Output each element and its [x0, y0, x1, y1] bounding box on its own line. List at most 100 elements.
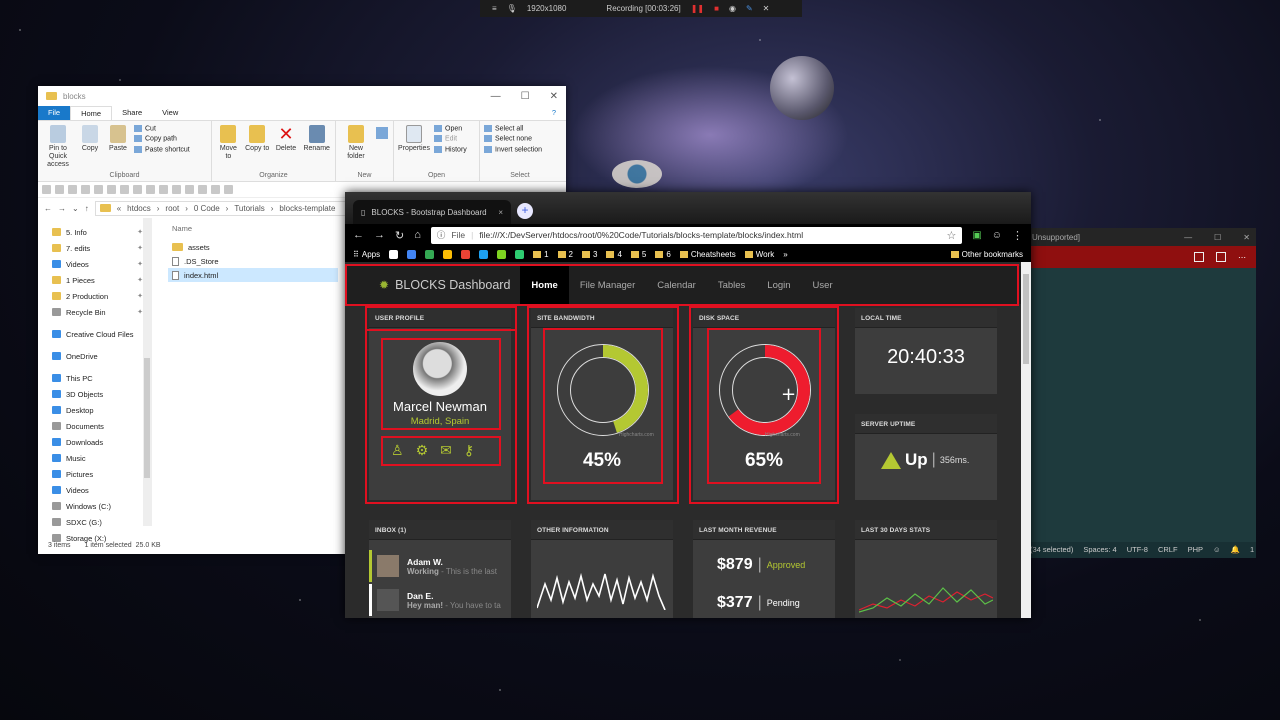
breadcrumb-blocks-template[interactable]: blocks-template	[279, 204, 335, 213]
close-icon[interactable]: ✕	[1243, 233, 1250, 242]
quick-tool-icon[interactable]	[159, 185, 168, 194]
menu-icon[interactable]: ≡	[492, 4, 497, 13]
bookmark-folder[interactable]: 1	[533, 250, 548, 259]
nav-file-manager[interactable]: File Manager	[569, 266, 646, 304]
tab-view[interactable]: View	[152, 106, 188, 120]
maximize-icon[interactable]: ☐	[521, 91, 530, 102]
quick-tool-icon[interactable]	[133, 185, 142, 194]
more-bookmarks-button[interactable]: »	[783, 250, 787, 259]
bookmark-icon[interactable]	[479, 249, 489, 259]
page-scrollbar[interactable]	[1021, 262, 1031, 618]
quick-tool-icon[interactable]	[185, 185, 194, 194]
bookmark-icon[interactable]	[497, 249, 507, 259]
mic-icon[interactable]: 🎙	[507, 4, 517, 13]
nav-item[interactable]: 1 Pieces ✦	[52, 272, 151, 288]
highcharts-credit[interactable]: Highcharts.com	[619, 432, 654, 438]
bookmark-folder[interactable]: 2	[558, 250, 573, 259]
paste-shortcut-button[interactable]: Paste shortcut	[134, 146, 190, 153]
browser-tab[interactable]: ▯ BLOCKS - Bootstrap Dashboard ×	[353, 200, 511, 224]
nav-tables[interactable]: Tables	[707, 266, 756, 304]
info-icon[interactable]: ⓘ	[437, 229, 446, 241]
nav-item[interactable]: Documents	[52, 418, 151, 434]
nav-calendar[interactable]: Calendar	[646, 266, 707, 304]
nav-item[interactable]: 7. edits ✦	[52, 240, 151, 256]
quick-tool-icon[interactable]	[107, 185, 116, 194]
pause-icon[interactable]: ❚❚	[691, 4, 704, 13]
quick-tool-icon[interactable]	[172, 185, 181, 194]
up-icon[interactable]: ↑	[85, 204, 89, 213]
bookmark-folder[interactable]: 6	[655, 250, 670, 259]
breadcrumb-code[interactable]: 0 Code	[194, 204, 220, 213]
nav-item[interactable]: Recycle Bin ✦	[52, 304, 151, 320]
pin-quick-access-button[interactable]: Pin to Quick access	[42, 125, 74, 172]
cut-button[interactable]: Cut	[134, 125, 190, 132]
nav-item[interactable]: Creative Cloud Files	[52, 326, 151, 342]
bookmark-apps[interactable]: Apps	[353, 250, 380, 259]
delete-button[interactable]: ✕ Delete	[274, 125, 299, 172]
nav-item[interactable]: Videos ✦	[52, 256, 151, 272]
minimize-icon[interactable]: —	[1184, 233, 1192, 242]
reload-icon[interactable]: ↻	[395, 229, 404, 242]
highcharts-credit[interactable]: Highcharts.com	[765, 432, 800, 438]
nav-item[interactable]: Desktop	[52, 402, 151, 418]
tab-share[interactable]: Share	[112, 106, 152, 120]
tab-close-icon[interactable]: ×	[498, 208, 503, 217]
profile-avatar-icon[interactable]: ☺	[992, 230, 1002, 241]
quick-tool-icon[interactable]	[120, 185, 129, 194]
close-icon[interactable]: ✕	[763, 4, 770, 13]
quick-tool-icon[interactable]	[211, 185, 220, 194]
forward-icon[interactable]: →	[374, 229, 385, 241]
history-button[interactable]: History	[434, 146, 467, 153]
close-icon[interactable]: ✕	[550, 91, 558, 102]
open-button[interactable]: Open	[434, 125, 467, 132]
nav-item[interactable]: SDXC (G:)	[52, 514, 151, 530]
gear-icon[interactable]: ⚙	[416, 442, 429, 459]
nav-item[interactable]: Videos	[52, 482, 151, 498]
new-tab-button[interactable]: +	[517, 203, 533, 219]
new-item-icon[interactable]	[376, 127, 388, 139]
copy-path-button[interactable]: Copy path	[134, 135, 190, 143]
back-icon[interactable]: ←	[353, 229, 364, 241]
more-icon[interactable]: ⋯	[1238, 253, 1246, 262]
forward-icon[interactable]: →	[58, 204, 66, 213]
nav-item[interactable]: 2 Production ✦	[52, 288, 151, 304]
nav-login[interactable]: Login	[756, 266, 801, 304]
tab-file[interactable]: File	[38, 106, 71, 120]
menu-dots-icon[interactable]: ⋮	[1012, 229, 1023, 242]
home-icon[interactable]: ⌂	[414, 229, 421, 241]
list-item[interactable]: Adam W. Working - This is the last	[369, 550, 511, 582]
list-item[interactable]: Dan E. Hey man! - You have to ta	[369, 584, 511, 616]
copy-to-button[interactable]: Copy to	[245, 125, 270, 172]
back-icon[interactable]: ←	[44, 204, 52, 213]
nav-item[interactable]: Pictures	[52, 466, 151, 482]
split-icon[interactable]	[1194, 252, 1204, 262]
smiley-icon[interactable]: ☺	[1213, 545, 1221, 555]
quick-tool-icon[interactable]	[146, 185, 155, 194]
quick-tool-icon[interactable]	[42, 185, 51, 194]
layout-icon[interactable]	[1216, 252, 1226, 262]
move-to-button[interactable]: Move to	[216, 125, 241, 172]
brand-logo[interactable]: ✹ BLOCKS Dashboard	[345, 266, 520, 304]
breadcrumb-root[interactable]: root	[165, 204, 179, 213]
nav-user[interactable]: User	[802, 266, 844, 304]
key-icon[interactable]: ⚷	[464, 442, 474, 459]
mail-icon[interactable]: ✉	[440, 442, 452, 459]
nav-item[interactable]: Windows (C:)	[52, 498, 151, 514]
camera-icon[interactable]: ◉	[729, 4, 736, 13]
list-item[interactable]: index.html	[168, 268, 338, 282]
nav-item[interactable]: Music	[52, 450, 151, 466]
extension-icon[interactable]: ▣	[972, 230, 981, 241]
copy-button[interactable]: Copy	[78, 125, 102, 172]
tab-home[interactable]: Home	[70, 106, 113, 120]
nav-item[interactable]: Downloads	[52, 434, 151, 450]
nav-item[interactable]: 3D Objects	[52, 386, 151, 402]
quick-tool-icon[interactable]	[224, 185, 233, 194]
nav-home[interactable]: Home	[520, 266, 569, 304]
bookmark-icon[interactable]	[461, 249, 471, 259]
nav-item[interactable]: This PC	[52, 370, 151, 386]
quick-tool-icon[interactable]	[81, 185, 90, 194]
quick-tool-icon[interactable]	[198, 185, 207, 194]
minimize-icon[interactable]: —	[491, 91, 501, 102]
nav-item[interactable]: 5. Info ✦	[52, 224, 151, 240]
user-icon[interactable]: ♙	[391, 442, 404, 459]
